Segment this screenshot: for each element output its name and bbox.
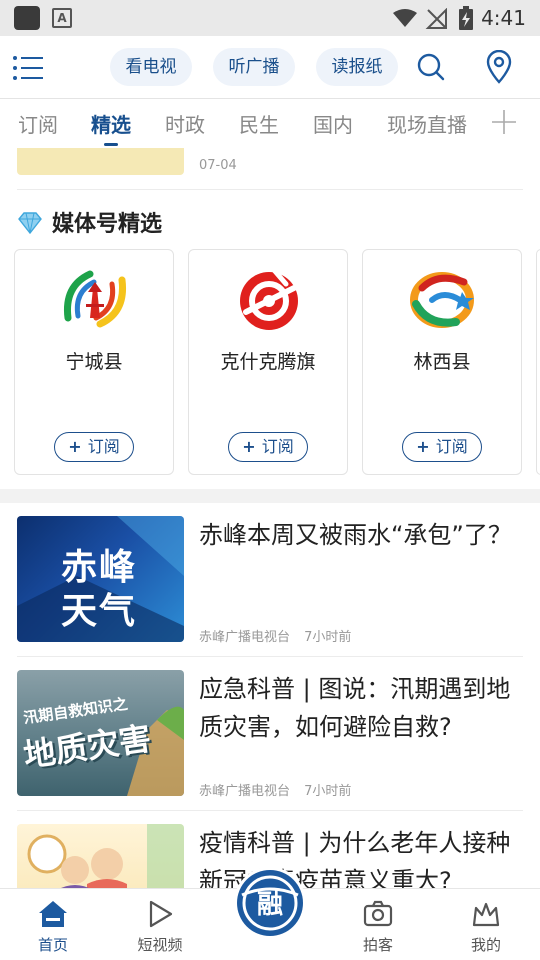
location-pin-icon[interactable] [484,50,514,84]
search-icon[interactable] [416,52,446,82]
status-bar: A 4:41 [0,0,540,36]
news-time: 7小时前 [304,630,352,645]
media-card[interactable]: 宁城县 + 订阅 [14,249,174,475]
news-meta: 赤峰广播电视台 7小时前 [199,780,361,799]
media-card-name: 克什克腾旗 [220,351,316,373]
tab-livelihood[interactable]: 民生 [239,109,279,138]
news-meta: 赤峰广播电视台 7小时前 [199,626,361,645]
news-item[interactable]: 汛期自救知识之 地质灾害 应急科普 | 图说：汛期遇到地质灾害，如何避险自救? … [17,670,523,811]
nav-home-label: 首页 [37,936,68,954]
play-icon [149,900,173,928]
crown-profile-icon [472,902,500,927]
nav-short-video-label: 短视频 [137,936,183,954]
channel-tabs: 订阅 精选 时政 民生 国内 现场直播 [0,98,540,148]
active-tab-indicator [104,143,118,146]
camera-icon [363,900,393,927]
wifi-icon [393,9,417,27]
nav-mine-label: 我的 [470,936,501,954]
nav-shoot[interactable]: 拍客 [338,889,418,960]
subscribe-button[interactable]: + 订阅 [228,432,308,462]
diamond-icon [18,212,42,234]
tab-live[interactable]: 现场直播 [387,109,467,138]
tab-domestic[interactable]: 国内 [313,109,353,138]
add-channel-icon[interactable] [490,107,518,137]
app-header: 看电视 听广播 读报纸 [0,36,540,98]
home-icon [39,901,67,927]
watch-tv-button[interactable]: 看电视 [110,48,192,86]
partial-news-date: 07-04 [199,158,237,173]
fusion-logo-icon: 融 [234,867,306,939]
news-title[interactable]: 应急科普 | 图说：汛期遇到地质灾害，如何避险自救? [199,670,517,746]
tab-politics[interactable]: 时政 [165,109,205,138]
news-title[interactable]: 赤峰本周又被雨水“承包”了？ [199,516,517,554]
news-item[interactable]: 赤峰 天气 赤峰本周又被雨水“承包”了？ 赤峰广播电视台 7小时前 [17,516,523,657]
news-thumbnail: 汛期自救知识之 地质灾害 [17,670,184,796]
nav-home[interactable]: 首页 [13,889,93,960]
news-source: 赤峰广播电视台 [199,784,291,799]
clock-time: 4:41 [481,6,526,30]
divider [17,656,523,657]
linxi-logo [410,272,474,328]
divider [17,810,523,811]
subscribe-button[interactable]: + 订阅 [402,432,482,462]
nav-center-fusion-button[interactable]: 融 [232,865,308,941]
app-notification-icon [14,6,40,30]
no-signal-icon [425,8,447,29]
nav-shoot-label: 拍客 [362,936,393,954]
divider [17,189,523,190]
media-section-title: 媒体号精选 [52,212,163,237]
battery-charging-icon [459,6,473,30]
media-card-name: 林西县 [413,351,471,373]
nav-mine[interactable]: 我的 [446,889,526,960]
news-time: 7小时前 [304,784,352,799]
media-card-partial[interactable] [536,249,540,475]
partial-news-thumbnail[interactable] [17,148,184,175]
section-gap [0,489,540,503]
ningcheng-logo [63,270,127,328]
listen-radio-button[interactable]: 听广播 [213,48,295,86]
subscribe-button[interactable]: + 订阅 [54,432,134,462]
tab-subscribe[interactable]: 订阅 [18,109,58,138]
nav-short-video[interactable]: 短视频 [120,889,200,960]
news-thumbnail: 赤峰 天气 [17,516,184,642]
media-card[interactable]: 克什克腾旗 + 订阅 [188,249,348,475]
bottom-navigation: 首页 短视频 融 拍客 我的 [0,867,540,960]
media-card-name: 宁城县 [65,351,123,373]
news-source: 赤峰广播电视台 [199,630,291,645]
menu-icon[interactable] [12,54,44,82]
accessibility-notification-icon: A [52,8,72,28]
keshiketeng-logo [240,267,298,330]
tab-featured[interactable]: 精选 [91,109,131,138]
thumbnail-text: 天气 [61,591,138,632]
media-card[interactable]: 林西县 + 订阅 [362,249,522,475]
read-newspaper-button[interactable]: 读报纸 [316,48,398,86]
fusion-glyph: 融 [257,890,283,920]
